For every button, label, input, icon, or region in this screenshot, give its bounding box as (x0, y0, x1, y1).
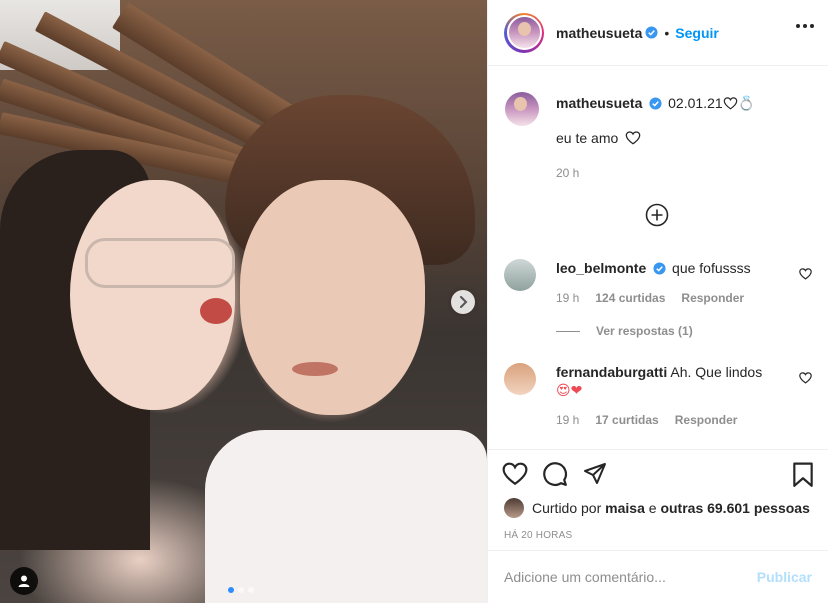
comment-likes[interactable]: 124 curtidas (595, 289, 665, 307)
heart-icon (502, 462, 528, 486)
comment-emojis: 😍❤ (556, 382, 583, 398)
more-icon (796, 24, 800, 28)
carousel-dot (228, 587, 234, 593)
comment-time[interactable]: 19 h (556, 289, 579, 307)
comment-username[interactable]: leo_belmonte (556, 260, 646, 276)
comment-like-button[interactable] (799, 371, 812, 387)
photo-shirt (205, 430, 487, 603)
save-button[interactable] (792, 462, 814, 491)
load-more-comments-button[interactable] (645, 203, 669, 230)
author-avatar[interactable] (504, 12, 544, 53)
photo-face (240, 180, 425, 415)
chevron-right-icon (460, 296, 468, 308)
post-timestamp[interactable]: HÁ 20 HORAS (488, 530, 828, 541)
likes-others[interactable]: outras 69.601 pessoas (660, 500, 809, 516)
caption-time: 20 h (556, 166, 580, 180)
header-separator: • (664, 24, 670, 41)
user-tag-icon (18, 575, 30, 587)
replies-line (556, 330, 580, 332)
caption-username[interactable]: matheusueta (556, 95, 642, 111)
photo-lips (292, 362, 338, 376)
likes-prefix: Curtido por (532, 500, 602, 516)
liker-avatar (504, 498, 524, 518)
share-icon (584, 463, 606, 484)
photo-face (70, 180, 235, 410)
tagged-users-button[interactable] (10, 567, 38, 595)
liker-username[interactable]: maisa (605, 500, 645, 516)
comment-username[interactable]: fernandaburgatti (556, 364, 667, 380)
verified-icon (645, 26, 658, 39)
reply-button[interactable]: Responder (675, 411, 738, 429)
comment-button[interactable] (542, 461, 568, 487)
carousel-dot (238, 587, 244, 593)
likes-joiner: e (648, 500, 657, 516)
plus-circle-icon (645, 203, 669, 227)
comment-text: Ah. Que lindos (670, 364, 763, 380)
bookmark-icon (793, 462, 813, 487)
ring-emoji: 💍 (737, 95, 756, 111)
comment-icon (543, 462, 567, 486)
heart-outline-icon (625, 131, 641, 145)
verified-icon (653, 262, 666, 275)
comment-input[interactable] (504, 569, 757, 585)
carousel-indicator (228, 587, 254, 593)
carousel-dot (248, 587, 254, 593)
photo-lips (200, 298, 232, 324)
view-replies-button[interactable]: Ver respostas (1) (556, 324, 693, 338)
reply-button[interactable]: Responder (681, 289, 744, 307)
comment-likes[interactable]: 17 curtidas (595, 411, 658, 429)
likes-summary[interactable]: Curtido por maisa e outras 69.601 pessoa… (488, 498, 828, 518)
post-header: matheusueta • Seguir (488, 0, 828, 66)
follow-button[interactable]: Seguir (675, 25, 719, 41)
heart-icon (799, 372, 812, 384)
post-photo[interactable] (0, 0, 487, 603)
add-comment-bar: Publicar (488, 550, 828, 603)
author-username[interactable]: matheusueta (556, 25, 642, 41)
caption-avatar[interactable] (504, 91, 540, 127)
comment-time[interactable]: 19 h (556, 411, 579, 429)
comment-avatar[interactable] (504, 259, 536, 291)
comment-like-button[interactable] (799, 267, 812, 283)
like-button[interactable] (502, 462, 528, 486)
publish-button[interactable]: Publicar (757, 569, 812, 585)
next-slide-button[interactable] (451, 290, 475, 314)
caption-title: 02.01.21 (668, 95, 723, 111)
verified-icon (649, 97, 662, 110)
photo-glasses (85, 238, 235, 288)
caption-text: eu te amo (556, 130, 619, 146)
comment-text: que fofussss (672, 260, 751, 276)
heart-icon (799, 268, 812, 280)
post-panel: matheusueta • Seguir matheusueta 02.01.2… (487, 0, 828, 603)
comment-avatar[interactable] (504, 363, 536, 395)
post-actions: Curtido por maisa e outras 69.601 pessoa… (488, 449, 828, 541)
comments-list[interactable]: matheusueta 02.01.21 💍 eu te amo 20 h leo… (488, 66, 828, 450)
more-options-button[interactable] (796, 24, 814, 28)
share-button[interactable] (582, 462, 608, 486)
caption: matheusueta 02.01.21 💍 eu te amo 20 h (556, 94, 812, 180)
heart-outline-icon (723, 97, 737, 110)
view-replies-label: Ver respostas (1) (596, 324, 693, 338)
